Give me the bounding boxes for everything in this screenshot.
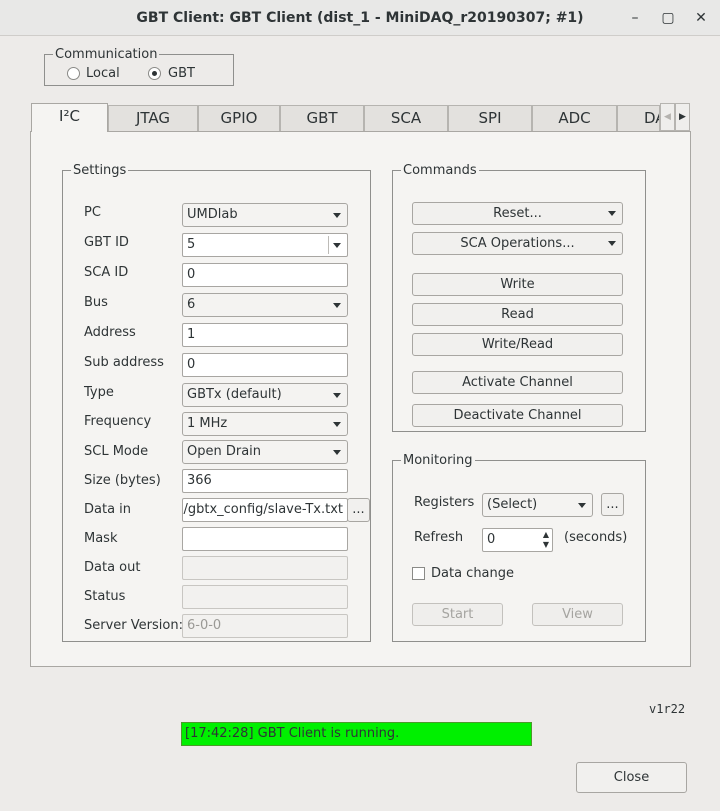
chevron-down-icon <box>333 422 341 427</box>
gbt-radio-label[interactable]: GBT <box>168 66 195 82</box>
type-select[interactable]: GBTx (default) <box>182 383 348 407</box>
tab-gpio[interactable]: GPIO <box>198 105 280 131</box>
reset-menu-button[interactable]: Reset... <box>412 202 623 225</box>
spin-down-icon[interactable]: ▼ <box>543 540 549 549</box>
tab-dac[interactable]: DA <box>617 105 660 131</box>
registers-value: (Select) <box>487 497 538 512</box>
sca-operations-label: SCA Operations... <box>460 236 575 251</box>
tab-scroll-left[interactable]: ◀ <box>660 103 675 131</box>
registers-select[interactable]: (Select) <box>482 493 593 517</box>
tab-gbt[interactable]: GBT <box>280 105 364 131</box>
scl-mode-select[interactable]: Open Drain <box>182 440 348 464</box>
frequency-value: 1 MHz <box>187 416 228 431</box>
sca-id-input[interactable]: 0 <box>182 263 348 287</box>
sca-id-label: SCA ID <box>84 265 129 280</box>
scl-mode-value: Open Drain <box>187 444 262 459</box>
registers-browse-button[interactable]: ... <box>601 493 624 516</box>
data-change-label[interactable]: Data change <box>431 566 514 582</box>
chevron-down-icon <box>333 393 341 398</box>
status-message: [17:42:28] GBT Client is running. <box>185 726 400 741</box>
type-value: GBTx (default) <box>187 387 282 402</box>
monitoring-legend: Monitoring <box>403 453 473 468</box>
data-in-browse-button[interactable]: ... <box>347 498 370 522</box>
combo-divider <box>328 236 329 254</box>
size-label: Size (bytes) <box>84 473 161 488</box>
view-button[interactable]: View <box>532 603 623 626</box>
refresh-label: Refresh <box>414 530 464 545</box>
gbt-radio[interactable] <box>148 67 161 80</box>
write-read-button[interactable]: Write/Read <box>412 333 623 356</box>
tab-adc[interactable]: ADC <box>532 105 617 131</box>
reset-label: Reset... <box>493 206 542 221</box>
bus-value: 6 <box>187 297 196 312</box>
chevron-down-icon <box>608 211 616 216</box>
frequency-label: Frequency <box>84 414 152 429</box>
maximize-icon[interactable]: ▢ <box>658 8 678 28</box>
tab-spi[interactable]: SPI <box>448 105 532 131</box>
close-window-icon[interactable]: ✕ <box>691 8 711 28</box>
gbt-id-value: 5 <box>187 237 196 252</box>
triangle-right-icon: ▶ <box>679 112 686 122</box>
refresh-value: 0 <box>487 532 496 547</box>
bus-select[interactable]: 6 <box>182 293 348 317</box>
address-label: Address <box>84 325 136 340</box>
sub-address-input[interactable]: 0 <box>182 353 348 377</box>
communication-legend: Communication <box>55 47 158 62</box>
settings-legend: Settings <box>73 163 127 178</box>
deactivate-channel-button[interactable]: Deactivate Channel <box>412 404 623 427</box>
minimize-icon[interactable]: – <box>625 8 645 28</box>
frequency-select[interactable]: 1 MHz <box>182 412 348 436</box>
bus-label: Bus <box>84 295 108 310</box>
pc-select[interactable]: UMDlab <box>182 203 348 227</box>
chevron-down-icon <box>333 303 341 308</box>
start-button[interactable]: Start <box>412 603 503 626</box>
chevron-down-icon <box>608 241 616 246</box>
type-label: Type <box>84 385 114 400</box>
sub-address-label: Sub address <box>84 355 164 370</box>
tab-i2c[interactable]: I²C <box>31 103 108 132</box>
read-button[interactable]: Read <box>412 303 623 326</box>
chevron-down-icon[interactable] <box>333 243 341 248</box>
close-button[interactable]: Close <box>576 762 687 793</box>
refresh-spinbox[interactable]: 0 ▲ ▼ <box>482 528 553 552</box>
gbt-id-combo[interactable]: 5 <box>182 233 348 257</box>
mask-input[interactable] <box>182 527 348 551</box>
size-input[interactable]: 366 <box>182 469 348 493</box>
data-out-label: Data out <box>84 560 141 575</box>
scl-mode-label: SCL Mode <box>84 444 149 459</box>
mask-label: Mask <box>84 531 118 546</box>
activate-channel-button[interactable]: Activate Channel <box>412 371 623 394</box>
triangle-left-icon: ◀ <box>664 112 671 122</box>
status-field <box>182 585 348 609</box>
tab-scroll-right[interactable]: ▶ <box>675 103 690 131</box>
data-in-input[interactable]: min/gbtx_config/slave-Tx.txt <box>182 498 348 522</box>
status-label: Status <box>84 589 126 604</box>
tab-jtag[interactable]: JTAG <box>108 105 198 131</box>
write-button[interactable]: Write <box>412 273 623 296</box>
local-radio[interactable] <box>67 67 80 80</box>
registers-label: Registers <box>414 495 475 510</box>
version-label: v1r22 <box>649 702 686 716</box>
chevron-down-icon <box>333 213 341 218</box>
window-title: GBT Client: GBT Client (dist_1 - MiniDAQ… <box>136 10 584 26</box>
data-in-label: Data in <box>84 502 132 517</box>
server-version-label: Server Version: <box>84 618 183 633</box>
pc-label: PC <box>84 205 101 220</box>
server-version-field: 6-0-0 <box>182 614 348 638</box>
gbt-id-label: GBT ID <box>84 235 129 250</box>
sca-operations-menu-button[interactable]: SCA Operations... <box>412 232 623 255</box>
pc-value: UMDlab <box>187 207 238 222</box>
data-change-checkbox[interactable] <box>412 567 425 580</box>
status-message-bar: [17:42:28] GBT Client is running. <box>181 722 532 746</box>
refresh-unit-label: (seconds) <box>564 530 628 545</box>
data-out-field <box>182 556 348 580</box>
tab-sca[interactable]: SCA <box>364 105 448 131</box>
chevron-down-icon <box>578 503 586 508</box>
chevron-down-icon <box>333 450 341 455</box>
local-radio-label[interactable]: Local <box>86 66 120 82</box>
data-in-value: min/gbtx_config/slave-Tx.txt <box>183 502 343 517</box>
address-input[interactable]: 1 <box>182 323 348 347</box>
spin-up-icon[interactable]: ▲ <box>543 530 549 539</box>
commands-legend: Commands <box>403 163 477 178</box>
